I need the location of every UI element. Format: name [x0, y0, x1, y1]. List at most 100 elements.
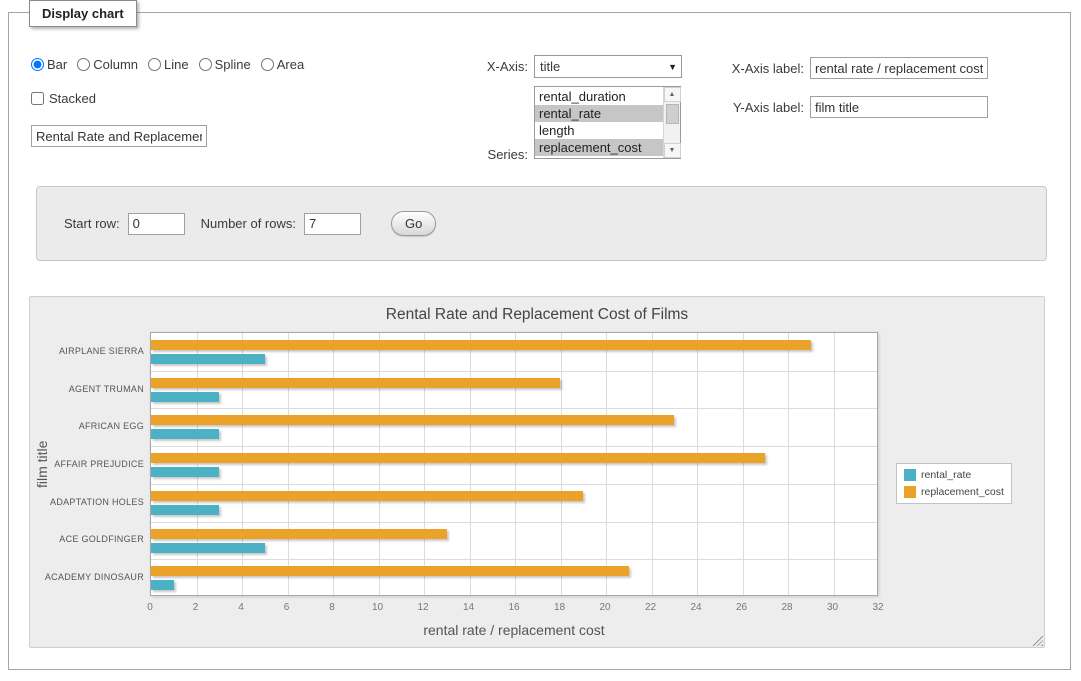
scrollbar-thumb[interactable]: [666, 104, 679, 124]
gridline-horizontal: [151, 408, 877, 409]
y-category-label: AIRPLANE SIERRA: [30, 346, 144, 356]
bar-replacement_cost: [151, 453, 765, 463]
chart-type-spline[interactable]: Spline: [199, 57, 251, 72]
gridline-vertical: [242, 333, 243, 595]
scrollbar[interactable]: ▲ ▼: [663, 87, 680, 158]
gridline-vertical: [288, 333, 289, 595]
y-category-label: AFFAIR PREJUDICE: [30, 459, 144, 469]
legend-entry-replacement_cost: replacement_cost: [904, 486, 1004, 498]
series-option-replacement_cost[interactable]: replacement_cost: [535, 139, 663, 156]
radio-bar[interactable]: [31, 58, 44, 71]
dropdown-arrow-icon: ▼: [668, 62, 677, 72]
bar-rental_rate: [151, 392, 219, 402]
go-button[interactable]: Go: [391, 211, 436, 236]
x-tick-label: 6: [272, 602, 302, 613]
radio-label: Line: [164, 57, 189, 72]
radio-line[interactable]: [148, 58, 161, 71]
x-axis-selected-value: title: [540, 59, 560, 74]
bar-replacement_cost: [151, 378, 560, 388]
legend-entry-rental_rate: rental_rate: [904, 469, 1004, 481]
number-of-rows-input[interactable]: [304, 213, 361, 235]
plot-area: [150, 332, 878, 596]
legend-label: rental_rate: [921, 469, 971, 481]
bar-rental_rate: [151, 354, 265, 364]
series-option-rental_duration[interactable]: rental_duration: [535, 88, 663, 105]
gridline-horizontal: [151, 559, 877, 560]
x-tick-label: 18: [545, 602, 575, 613]
chart-type-bar[interactable]: Bar: [31, 57, 67, 72]
gridline-vertical: [834, 333, 835, 595]
y-axis-label-input[interactable]: [810, 96, 988, 118]
x-tick-label: 30: [818, 602, 848, 613]
series-multiselect[interactable]: rental_durationrental_ratelengthreplacem…: [534, 86, 681, 159]
scroll-up-icon[interactable]: ▲: [664, 87, 681, 102]
gridline-horizontal: [151, 371, 877, 372]
stacked-label: Stacked: [49, 91, 96, 106]
radio-label: Spline: [215, 57, 251, 72]
chart-legend: rental_rate replacement_cost: [896, 463, 1012, 504]
radio-label: Bar: [47, 57, 67, 72]
radio-label: Area: [277, 57, 304, 72]
chart-panel: Rental Rate and Replacement Cost of Film…: [29, 296, 1045, 648]
x-tick-label: 14: [454, 602, 484, 613]
gridline-vertical: [606, 333, 607, 595]
gridline-vertical: [333, 333, 334, 595]
stacked-checkbox[interactable]: [31, 92, 44, 105]
gridline-horizontal: [151, 446, 877, 447]
scroll-down-icon[interactable]: ▼: [664, 143, 681, 158]
x-tick-label: 12: [408, 602, 438, 613]
gridline-vertical: [197, 333, 198, 595]
gridline-horizontal: [151, 484, 877, 485]
y-category-label: ACADEMY DINOSAUR: [30, 572, 144, 582]
bar-rental_rate: [151, 429, 219, 439]
x-axis-select[interactable]: title ▼: [534, 55, 682, 78]
x-tick-label: 28: [772, 602, 802, 613]
x-tick-label: 22: [636, 602, 666, 613]
rows-panel: Start row: Number of rows: Go: [36, 186, 1047, 261]
gridline-vertical: [652, 333, 653, 595]
radio-spline[interactable]: [199, 58, 212, 71]
x-axis-label-input[interactable]: [810, 57, 988, 79]
gridline-vertical: [515, 333, 516, 595]
fieldset-legend: Display chart: [29, 0, 137, 27]
series-option-length[interactable]: length: [535, 122, 663, 139]
x-axis-select-label: X-Axis:: [408, 59, 528, 74]
radio-column[interactable]: [77, 58, 90, 71]
x-tick-label: 16: [499, 602, 529, 613]
bar-rental_rate: [151, 505, 219, 515]
bar-replacement_cost: [151, 415, 674, 425]
gridline-vertical: [788, 333, 789, 595]
legend-swatch: [904, 486, 916, 498]
stacked-checkbox-row[interactable]: Stacked: [31, 91, 96, 106]
gridline-vertical: [424, 333, 425, 595]
chart-type-line[interactable]: Line: [148, 57, 189, 72]
resize-handle-icon[interactable]: [1032, 635, 1043, 646]
radio-area[interactable]: [261, 58, 274, 71]
gridline-vertical: [470, 333, 471, 595]
y-category-label: ADAPTATION HOLES: [30, 497, 144, 507]
x-axis-label-caption: X-Axis label:: [684, 61, 804, 76]
bar-replacement_cost: [151, 566, 629, 576]
gridline-horizontal: [151, 522, 877, 523]
gridline-vertical: [561, 333, 562, 595]
chart-title-input[interactable]: [31, 125, 207, 147]
radio-label: Column: [93, 57, 138, 72]
start-row-input[interactable]: [128, 213, 185, 235]
chart-title: Rental Rate and Replacement Cost of Film…: [30, 306, 1044, 324]
chart-type-area[interactable]: Area: [261, 57, 304, 72]
chart-x-axis-label: rental rate / replacement cost: [150, 622, 878, 638]
x-tick-label: 24: [681, 602, 711, 613]
legend-label: replacement_cost: [921, 486, 1004, 498]
gridline-vertical: [743, 333, 744, 595]
x-tick-label: 4: [226, 602, 256, 613]
bar-rental_rate: [151, 467, 219, 477]
gridline-vertical: [697, 333, 698, 595]
x-tick-label: 0: [135, 602, 165, 613]
display-chart-fieldset: Display chart BarColumnLineSplineArea St…: [8, 12, 1071, 670]
x-tick-label: 8: [317, 602, 347, 613]
x-tick-label: 10: [363, 602, 393, 613]
series-option-rental_rate[interactable]: rental_rate: [535, 105, 663, 122]
bar-replacement_cost: [151, 340, 811, 350]
chart-type-column[interactable]: Column: [77, 57, 138, 72]
chart-type-radio-group: Bar Column Line Spline Area: [31, 57, 304, 72]
